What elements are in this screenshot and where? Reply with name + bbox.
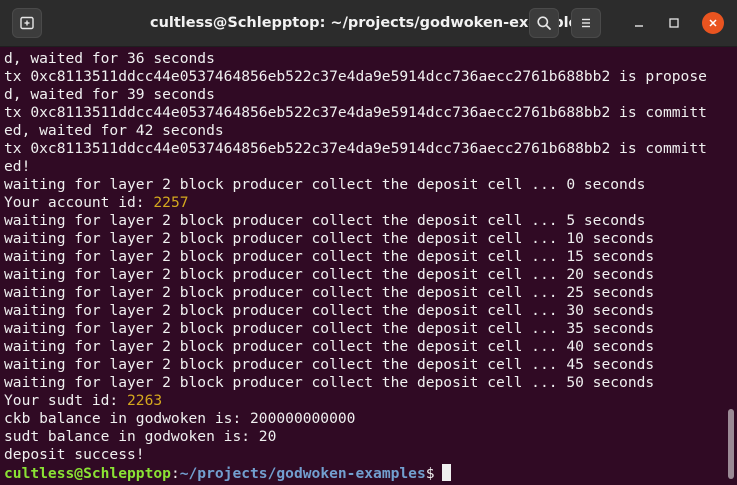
- terminal-line-text: waiting for layer 2 block producer colle…: [4, 374, 655, 391]
- text-cursor: [441, 464, 451, 481]
- terminal-line: ckb balance in godwoken is: 200000000000: [4, 410, 725, 428]
- terminal-line-text: ed, waited for 42 seconds: [4, 122, 224, 139]
- terminal-line: waiting for layer 2 block producer colle…: [4, 338, 725, 356]
- terminal-line-text: waiting for layer 2 block producer colle…: [4, 176, 646, 193]
- new-tab-button[interactable]: [12, 8, 42, 38]
- terminal-line: waiting for layer 2 block producer colle…: [4, 248, 725, 266]
- terminal-line-text: waiting for layer 2 block producer colle…: [4, 266, 655, 283]
- terminal-line-text: d, waited for 36 seconds: [4, 50, 215, 67]
- terminal-line-text: sudt balance in godwoken is: 20: [4, 428, 277, 445]
- maximize-icon: [669, 18, 679, 28]
- terminal-line: waiting for layer 2 block producer colle…: [4, 176, 725, 194]
- title-bar[interactable]: cultless@Schlepptop: ~/projects/godwoken…: [0, 0, 737, 47]
- prompt-line[interactable]: cultless@Schlepptop:~/projects/godwoken-…: [4, 464, 725, 482]
- terminal-line: waiting for layer 2 block producer colle…: [4, 356, 725, 374]
- scrollbar[interactable]: [725, 47, 737, 485]
- window-title: cultless@Schlepptop: ~/projects/godwoken…: [149, 15, 588, 31]
- terminal-line: waiting for layer 2 block producer colle…: [4, 320, 725, 338]
- close-button[interactable]: [702, 12, 724, 34]
- terminal-line: waiting for layer 2 block producer colle…: [4, 374, 725, 392]
- terminal-line-text: tx 0xc8113511ddcc44e0537464856eb522c37e4…: [4, 104, 707, 121]
- terminal-window: cultless@Schlepptop: ~/projects/godwoken…: [0, 0, 737, 485]
- terminal-line-text: tx 0xc8113511ddcc44e0537464856eb522c37e4…: [4, 140, 707, 157]
- terminal-line-text: waiting for layer 2 block producer colle…: [4, 248, 655, 265]
- terminal-line: tx 0xc8113511ddcc44e0537464856eb522c37e4…: [4, 68, 725, 86]
- terminal-line-text: waiting for layer 2 block producer colle…: [4, 212, 646, 229]
- terminal-line-text: d, waited for 39 seconds: [4, 86, 215, 103]
- terminal-id-number: 2263: [127, 392, 163, 409]
- terminal-line: d, waited for 39 seconds: [4, 86, 725, 104]
- terminal-line: sudt balance in godwoken is: 20: [4, 428, 725, 446]
- prompt-path: ~/projects/godwoken-examples: [179, 465, 426, 482]
- terminal-line: d, waited for 36 seconds: [4, 50, 725, 68]
- search-icon: [537, 16, 551, 30]
- terminal-line-text: waiting for layer 2 block producer colle…: [4, 284, 655, 301]
- menu-button[interactable]: [571, 8, 601, 38]
- search-button[interactable]: [529, 8, 559, 38]
- terminal-line-text: waiting for layer 2 block producer colle…: [4, 230, 655, 247]
- terminal-line-text: waiting for layer 2 block producer colle…: [4, 320, 655, 337]
- maximize-button[interactable]: [663, 12, 685, 34]
- terminal-line: waiting for layer 2 block producer colle…: [4, 230, 725, 248]
- terminal-line-text: ed!: [4, 158, 31, 175]
- terminal-line: Your account id: 2257: [4, 194, 725, 212]
- terminal-line: Your sudt id: 2263: [4, 392, 725, 410]
- terminal-line: ed!: [4, 158, 725, 176]
- terminal-line-text: Your sudt id:: [4, 392, 128, 409]
- close-icon: [709, 19, 717, 27]
- terminal-line: waiting for layer 2 block producer colle…: [4, 212, 725, 230]
- terminal-line: ed, waited for 42 seconds: [4, 122, 725, 140]
- prompt-separator: :: [170, 465, 180, 482]
- terminal-line: deposit success!: [4, 446, 725, 464]
- terminal-line-text: tx 0xc8113511ddcc44e0537464856eb522c37e4…: [4, 68, 707, 85]
- terminal-line: tx 0xc8113511ddcc44e0537464856eb522c37e4…: [4, 104, 725, 122]
- minimize-icon: [635, 25, 643, 27]
- terminal-id-number: 2257: [153, 194, 189, 211]
- prompt-user-host: cultless@Schlepptop: [4, 465, 171, 482]
- prompt-symbol: $: [425, 465, 435, 482]
- terminal-line-text: waiting for layer 2 block producer colle…: [4, 356, 655, 373]
- terminal-line-text: waiting for layer 2 block producer colle…: [4, 302, 655, 319]
- terminal-line: waiting for layer 2 block producer colle…: [4, 266, 725, 284]
- scrollbar-thumb[interactable]: [728, 409, 734, 479]
- terminal-line-text: waiting for layer 2 block producer colle…: [4, 338, 655, 355]
- terminal-line: waiting for layer 2 block producer colle…: [4, 302, 725, 320]
- terminal-output[interactable]: d, waited for 36 seconds tx 0xc8113511ddc…: [0, 47, 725, 485]
- terminal-line-text: Your account id:: [4, 194, 154, 211]
- hamburger-menu-icon: [582, 18, 590, 28]
- minimize-button[interactable]: [628, 12, 650, 34]
- terminal-line-text: ckb balance in godwoken is: 200000000000: [4, 410, 356, 427]
- terminal-line: tx 0xc8113511ddcc44e0537464856eb522c37e4…: [4, 140, 725, 158]
- terminal-line: waiting for layer 2 block producer colle…: [4, 284, 725, 302]
- new-tab-icon: [20, 16, 34, 30]
- terminal-line-text: deposit success!: [4, 446, 145, 463]
